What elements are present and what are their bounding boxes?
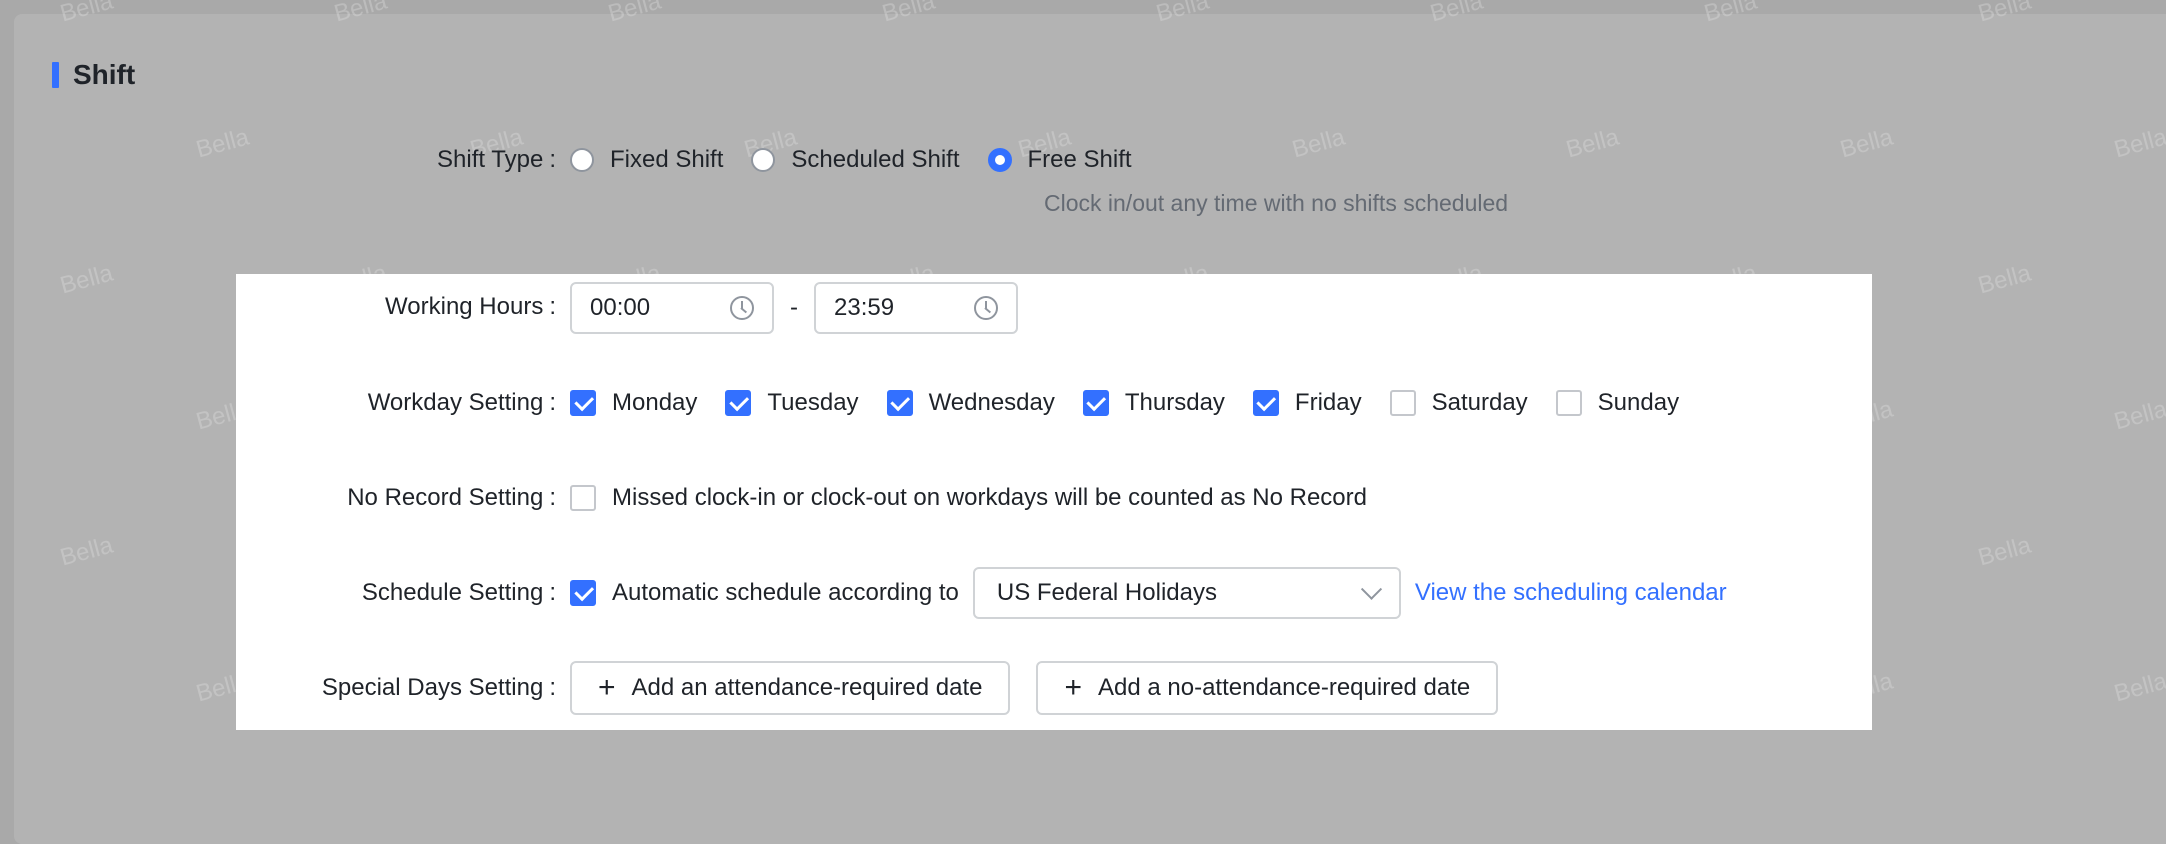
checkbox-monday-label: Monday bbox=[612, 389, 698, 416]
checkbox-friday-label: Friday bbox=[1294, 389, 1362, 416]
checkbox-wednesday-box[interactable] bbox=[886, 390, 913, 416]
workday-setting-label: Workday Setting bbox=[368, 389, 556, 417]
add-attendance-required-date-label: Add an attendance-required date bbox=[631, 674, 983, 701]
no-record-text: Missed clock-in or clock-out on workdays… bbox=[612, 484, 1367, 511]
auto-schedule-text: Automatic schedule according to bbox=[612, 579, 959, 606]
checkbox-auto-schedule[interactable]: Automatic schedule according to bbox=[570, 579, 959, 607]
clock-icon bbox=[730, 296, 754, 320]
checkbox-thursday[interactable]: Thursday bbox=[1082, 389, 1225, 417]
holiday-calendar-select[interactable]: US Federal Holidays bbox=[972, 567, 1401, 619]
checkbox-no-record-box[interactable] bbox=[570, 485, 596, 511]
shift-type-radio-group: Fixed Shift Scheduled Shift Free Shift bbox=[570, 146, 1160, 174]
free-shift-hint: Clock in/out any time with no shifts sch… bbox=[1044, 190, 1509, 216]
radio-scheduled-shift-label: Scheduled Shift bbox=[791, 146, 960, 173]
checkbox-saturday[interactable]: Saturday bbox=[1389, 389, 1528, 417]
no-record-setting: Missed clock-in or clock-out on workdays… bbox=[570, 484, 1395, 512]
time-range-separator: - bbox=[790, 294, 798, 321]
checkbox-no-record[interactable]: Missed clock-in or clock-out on workdays… bbox=[570, 484, 1367, 512]
checkbox-wednesday[interactable]: Wednesday bbox=[886, 389, 1055, 417]
add-attendance-required-date-button[interactable]: + Add an attendance-required date bbox=[570, 661, 1011, 715]
checkbox-thursday-box[interactable] bbox=[1082, 390, 1109, 416]
schedule-setting-label: Schedule Setting bbox=[362, 579, 556, 607]
radio-fixed-shift-label: Fixed Shift bbox=[610, 146, 724, 173]
add-no-attendance-required-date-label: Add a no-attendance-required date bbox=[1098, 674, 1471, 701]
clock-icon bbox=[974, 296, 998, 320]
radio-fixed-shift[interactable]: Fixed Shift bbox=[570, 146, 723, 174]
checkbox-tuesday-box[interactable] bbox=[725, 390, 752, 416]
checkbox-tuesday[interactable]: Tuesday bbox=[725, 389, 859, 417]
checkbox-friday-box[interactable] bbox=[1252, 390, 1279, 416]
start-time-picker[interactable]: 00:00 bbox=[570, 282, 774, 334]
view-scheduling-calendar-link[interactable]: View the scheduling calendar bbox=[1415, 579, 1727, 607]
start-time-value: 00:00 bbox=[590, 294, 651, 321]
plus-icon: + bbox=[1064, 671, 1082, 704]
radio-scheduled-shift[interactable]: Scheduled Shift bbox=[751, 146, 960, 174]
checkbox-wednesday-label: Wednesday bbox=[928, 389, 1055, 416]
schedule-setting: Automatic schedule according to US Feder… bbox=[570, 567, 1727, 619]
radio-fixed-shift-circle[interactable] bbox=[570, 148, 594, 172]
checkbox-sunday[interactable]: Sunday bbox=[1555, 389, 1680, 417]
chevron-down-icon bbox=[1360, 578, 1382, 600]
checkbox-monday[interactable]: Monday bbox=[570, 389, 697, 417]
working-hours-label: Working Hours bbox=[385, 293, 556, 321]
section-title-text: Shift bbox=[73, 59, 136, 90]
checkbox-friday[interactable]: Friday bbox=[1252, 389, 1362, 417]
holiday-calendar-value: US Federal Holidays bbox=[996, 579, 1217, 606]
add-no-attendance-required-date-button[interactable]: + Add a no-attendance-required date bbox=[1036, 661, 1499, 715]
checkbox-thursday-label: Thursday bbox=[1124, 389, 1225, 416]
checkbox-sunday-label: Sunday bbox=[1597, 389, 1680, 416]
checkbox-saturday-box[interactable] bbox=[1389, 390, 1416, 416]
section-title: Shift bbox=[52, 58, 135, 92]
checkbox-monday-box[interactable] bbox=[570, 390, 596, 416]
radio-free-shift[interactable]: Free Shift bbox=[987, 146, 1132, 174]
radio-free-shift-label: Free Shift bbox=[1027, 146, 1132, 173]
end-time-picker[interactable]: 23:59 bbox=[814, 282, 1018, 334]
special-days-buttons: + Add an attendance-required date + Add … bbox=[570, 661, 1524, 715]
special-days-setting-label: Special Days Setting bbox=[322, 674, 556, 702]
end-time-value: 23:59 bbox=[834, 294, 895, 321]
radio-free-shift-circle[interactable] bbox=[987, 148, 1012, 172]
checkbox-auto-schedule-box[interactable] bbox=[570, 580, 596, 606]
shift-type-label: Shift Type bbox=[437, 146, 556, 174]
checkbox-sunday-box[interactable] bbox=[1555, 390, 1582, 416]
checkbox-saturday-label: Saturday bbox=[1431, 389, 1528, 416]
radio-scheduled-shift-circle[interactable] bbox=[751, 148, 776, 172]
working-hours-range: 00:00 - 23:59 bbox=[570, 282, 1018, 334]
no-record-setting-label: No Record Setting bbox=[347, 484, 556, 512]
plus-icon: + bbox=[598, 671, 616, 704]
section-title-accent-bar bbox=[52, 62, 59, 88]
workday-checkbox-group: Monday Tuesday Wednesday Thursday Friday… bbox=[570, 389, 1707, 417]
checkbox-tuesday-label: Tuesday bbox=[767, 389, 859, 416]
